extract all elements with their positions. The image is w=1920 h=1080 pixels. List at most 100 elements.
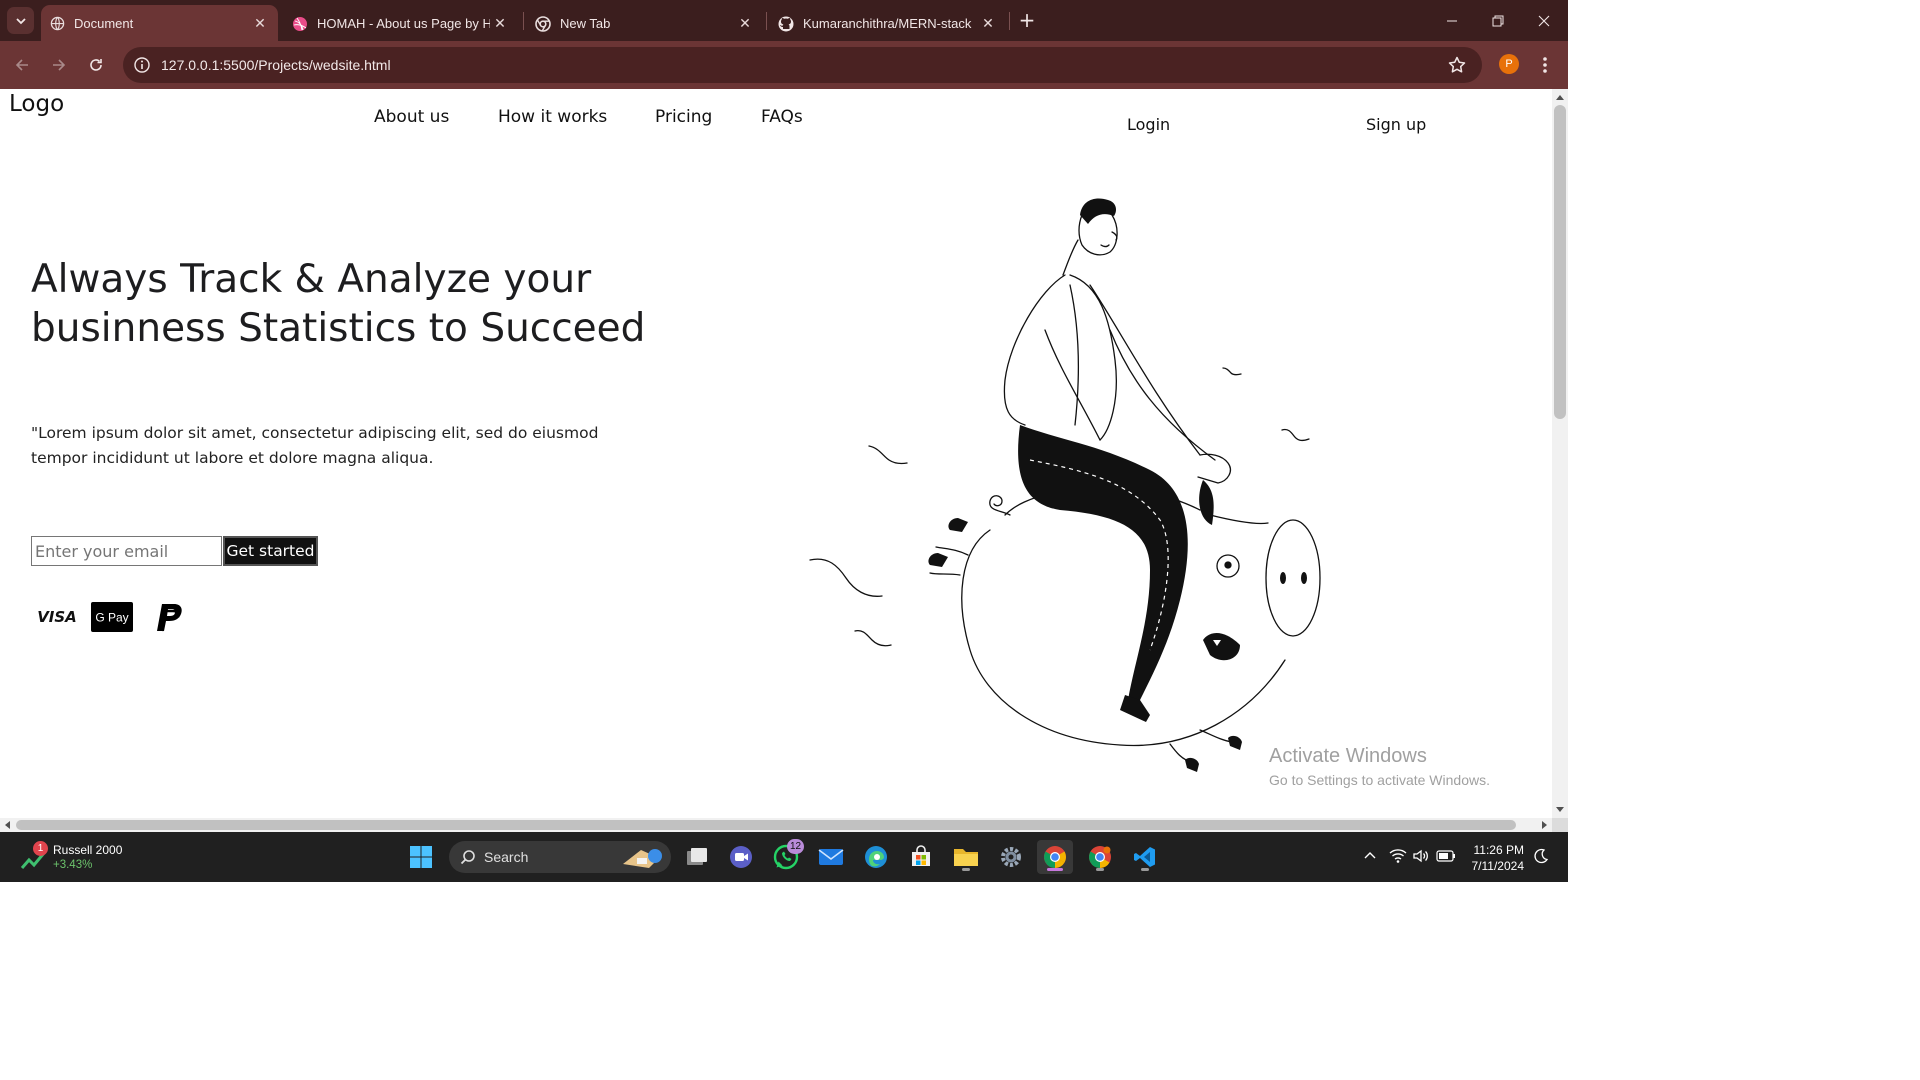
tab-github[interactable]: Kumaranchithra/MERN-stack ✕ [770,6,1006,41]
show-hidden-icons-button[interactable] [1360,846,1380,866]
search-highlight-icon [623,849,662,868]
restore-button[interactable] [1475,0,1521,41]
clock-date: 7/11/2024 [1471,859,1525,873]
url-text: 127.0.0.1:5500/Projects/wedsite.html [161,57,391,73]
file-explorer-button[interactable] [948,840,984,874]
minimize-icon [1447,20,1457,21]
volume-icon [1413,849,1428,863]
reload-icon [90,59,102,71]
dribbble-icon [292,16,308,32]
profile-avatar[interactable]: P [1499,54,1519,74]
browser-toolbar: 127.0.0.1:5500/Projects/wedsite.html P [0,41,1568,89]
settings-button[interactable] [993,840,1029,874]
nav-how-it-works[interactable]: How it works [498,107,607,127]
running-indicator [962,868,970,871]
globe-icon [49,15,65,31]
close-tab-icon[interactable]: ✕ [735,15,755,32]
microsoft-store-button[interactable] [903,840,939,874]
tab-search-button[interactable] [7,7,34,34]
login-link[interactable]: Login [1127,115,1170,134]
video-meet-icon [730,846,752,868]
hero-illustration [809,198,1321,772]
close-tab-icon[interactable]: ✕ [250,15,270,32]
teams-meet-button[interactable] [723,840,759,874]
notifications-button[interactable] [1531,846,1551,866]
running-indicator [1047,868,1063,871]
store-icon [912,845,930,866]
watermark-title: Activate Windows [1269,745,1427,767]
arrow-left-icon [15,59,28,71]
nav-pricing[interactable]: Pricing [655,107,712,127]
tab-title: HOMAH - About us Page by Ha [317,16,490,31]
scrollbar-thumb[interactable] [16,820,1516,830]
search-label: Search [484,849,529,865]
edge-icon [865,846,887,868]
chrome-taskbar-button[interactable] [1037,840,1073,874]
hero-description: "Lorem ipsum dolor sit amet, consectetur… [31,424,599,467]
forward-button[interactable] [47,53,71,77]
arrow-right-icon [53,59,66,71]
close-tab-icon[interactable]: ✕ [490,15,510,32]
address-bar[interactable]: 127.0.0.1:5500/Projects/wedsite.html [123,47,1482,83]
vscode-button[interactable] [1127,840,1163,874]
stock-widget[interactable]: 1 Russell 2000 +3.43% [20,840,160,874]
tab-strip: Document ✕ HOMAH - About us Page by Ha ✕… [0,0,1568,41]
scroll-up-arrow[interactable] [1556,95,1564,100]
volume-status[interactable] [1411,846,1431,866]
chrome-icon [1044,846,1066,868]
tab-separator [766,12,767,30]
back-button[interactable] [10,53,34,77]
github-icon [778,16,794,32]
scrollbar-thumb[interactable] [1554,105,1566,419]
windows-taskbar: 1 Russell 2000 +3.43% Search 12 11:26 PM… [0,832,1568,882]
vertical-scrollbar[interactable] [1552,89,1568,818]
scrollbar-corner [1552,818,1568,832]
activate-windows-watermark: Activate Windows Go to Settings to activ… [1269,745,1490,788]
notification-badge: 12 [787,839,804,854]
site-logo[interactable]: Logo [9,91,64,117]
signup-link[interactable]: Sign up [1366,115,1426,134]
svg-text:G Pay: G Pay [95,611,128,625]
stock-change: +3.43% [53,859,93,871]
tab-separator [1009,12,1010,30]
task-view-icon [687,848,707,865]
start-button[interactable] [403,840,439,874]
vscode-icon [1134,847,1155,867]
email-input[interactable] [31,536,222,566]
tab-document[interactable]: Document ✕ [41,5,278,41]
tab-new-tab[interactable]: New Tab ✕ [527,6,763,41]
folder-icon [954,849,978,866]
nav-about-us[interactable]: About us [374,107,449,127]
minimize-button[interactable] [1429,0,1475,41]
close-window-button[interactable] [1521,0,1567,41]
whatsapp-button[interactable]: 12 [768,839,804,874]
tab-separator [523,12,524,30]
reload-button[interactable] [84,53,108,77]
task-view-button[interactable] [679,840,715,874]
chrome-profile-button[interactable] [1082,840,1118,874]
edge-button[interactable] [858,840,894,874]
notification-badge: 1 [33,841,48,856]
gpay-icon: G Pay [91,602,133,632]
scroll-left-arrow[interactable] [5,821,10,829]
new-tab-button[interactable]: + [1016,9,1038,31]
close-tab-icon[interactable]: ✕ [978,15,998,32]
more-menu-icon[interactable] [1537,53,1553,77]
get-started-button[interactable]: Get started [223,536,318,566]
scroll-right-arrow[interactable] [1542,821,1547,829]
stock-name: Russell 2000 [53,843,123,857]
tab-homah[interactable]: HOMAH - About us Page by Ha ✕ [284,6,518,41]
mail-button[interactable] [813,840,849,874]
taskbar-search[interactable]: Search [449,841,671,873]
taskbar-clock[interactable]: 11:26 PM 7/11/2024 [1466,842,1525,874]
wifi-icon [1389,849,1407,863]
horizontal-scrollbar[interactable] [0,818,1552,832]
battery-status[interactable] [1436,846,1456,866]
wifi-status[interactable] [1388,846,1408,866]
chrome-icon [535,15,551,32]
nav-faqs[interactable]: FAQs [761,107,803,127]
scroll-down-arrow[interactable] [1556,807,1564,812]
site-info-icon[interactable] [133,56,151,74]
bookmark-star-icon[interactable] [1447,55,1467,75]
moon-icon [1534,848,1549,864]
